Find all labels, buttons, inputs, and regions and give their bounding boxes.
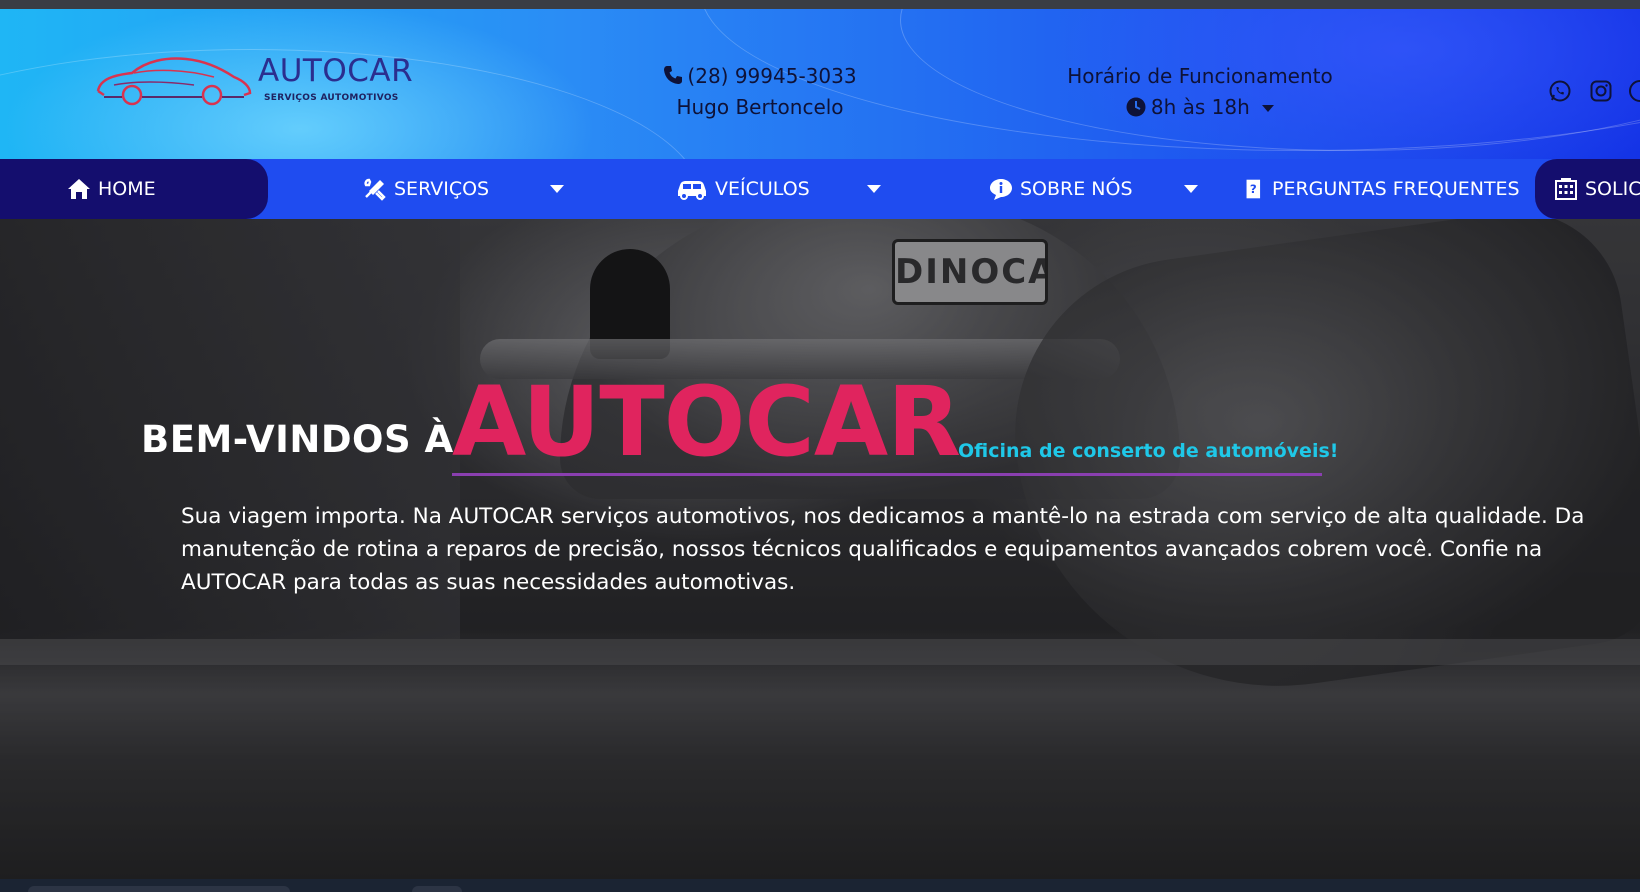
building-icon: [1555, 178, 1577, 200]
instagram-icon[interactable]: [1589, 79, 1613, 103]
clock-icon: [1126, 97, 1146, 117]
nav-servicos[interactable]: SERVIÇOS: [362, 159, 489, 219]
logo-subtitle: SERVIÇOS AUTOMOTIVOS: [264, 93, 399, 103]
contact-info: (28) 99945-3033 Hugo Bertoncelo: [650, 61, 870, 123]
nav-servicos-label: SERVIÇOS: [394, 178, 490, 200]
nav-veiculos-label: VEÍCULOS: [715, 178, 810, 200]
facebook-icon[interactable]: [1628, 79, 1640, 103]
chevron-down-icon: [1262, 105, 1275, 112]
hero-underline: [452, 473, 1322, 476]
site-logo[interactable]: AUTOCAR SERVIÇOS AUTOMOTIVOS: [94, 45, 434, 115]
browser-top-strip: [0, 0, 1640, 9]
hours-value: 8h às 18h: [1150, 95, 1250, 119]
nav-home[interactable]: HOME: [66, 159, 156, 219]
nav-home-label: HOME: [98, 178, 156, 200]
nav-faq-label: PERGUNTAS FREQUENTES: [1272, 178, 1520, 200]
info-chat-icon: [990, 179, 1012, 200]
svg-text:?: ?: [1250, 182, 1257, 196]
hero-brand: AUTOCAR: [452, 366, 961, 478]
hours-dropdown[interactable]: 8h às 18h: [1040, 92, 1360, 123]
chevron-down-icon[interactable]: [1184, 185, 1198, 193]
question-icon: ?: [1246, 179, 1261, 199]
nav-sobre[interactable]: SOBRE NÓS: [988, 159, 1133, 219]
main-navigation: HOME SERVIÇOS VEÍCULOS SOBRE NÓS ? PERGU…: [0, 159, 1640, 219]
hero-description: Sua viagem importa. Na AUTOCAR serviços …: [181, 504, 1585, 595]
taskbar-tab[interactable]: [412, 886, 462, 892]
nav-faq[interactable]: ? PERGUNTAS FREQUENTES: [1244, 159, 1520, 219]
contact-person: Hugo Bertoncelo: [676, 95, 844, 119]
car-logo-icon: [96, 57, 252, 106]
hours-title: Horário de Funcionamento: [1067, 64, 1333, 88]
home-icon: [68, 179, 90, 199]
taskbar-tab[interactable]: [28, 886, 290, 892]
hero-welcome: BEM-VINDOS À: [141, 418, 454, 461]
nav-sobre-label: SOBRE NÓS: [1020, 178, 1133, 200]
chevron-down-icon[interactable]: [867, 185, 881, 193]
car-icon: [678, 181, 706, 200]
nav-veiculos[interactable]: VEÍCULOS: [675, 159, 810, 219]
browser-bottom-bar: [0, 879, 1640, 892]
nav-solicitar-label: SOLIC: [1585, 178, 1640, 200]
phone-line[interactable]: (28) 99945-3033: [650, 61, 870, 92]
tools-icon: [364, 178, 386, 201]
site-header: AUTOCAR SERVIÇOS AUTOMOTIVOS (28) 99945-…: [0, 9, 1640, 159]
whatsapp-icon[interactable]: [1548, 79, 1572, 103]
chevron-down-icon[interactable]: [550, 185, 564, 193]
hero-tagline: Oficina de conserto de automóveis!: [958, 440, 1339, 462]
phone-number: (28) 99945-3033: [687, 64, 857, 88]
business-hours: Horário de Funcionamento 8h às 18h: [1040, 61, 1360, 123]
logo-title: AUTOCAR: [258, 53, 414, 89]
phone-icon: [664, 66, 683, 84]
nav-solicitar[interactable]: SOLIC: [1553, 159, 1640, 219]
